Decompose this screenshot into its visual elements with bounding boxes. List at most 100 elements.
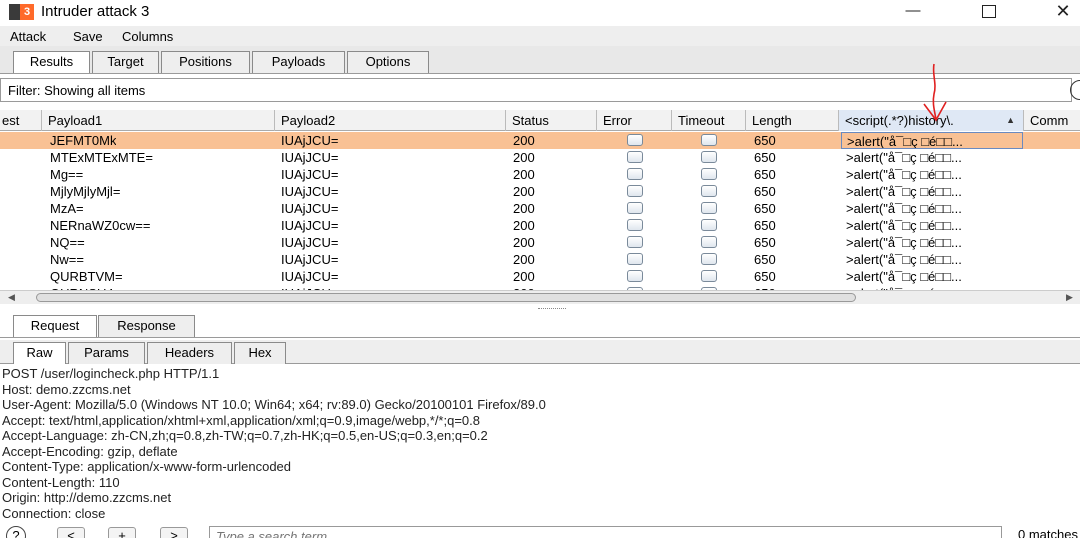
request-line: Content-Type: application/x-www-form-url… bbox=[2, 459, 292, 474]
search-box[interactable] bbox=[209, 526, 1002, 538]
request-line: Host: demo.zzcms.net bbox=[2, 381, 131, 397]
pane-splitter[interactable] bbox=[538, 308, 566, 310]
request-line: Accept-Language: zh-CN,zh;q=0.8,zh-TW;q=… bbox=[2, 428, 488, 443]
cell-status: 200 bbox=[513, 133, 535, 148]
search-bar: ? < + > 0 matches bbox=[0, 524, 1080, 538]
timeout-checkbox bbox=[701, 185, 717, 197]
filter-label: Filter: Showing all items bbox=[8, 83, 146, 98]
col-payload1[interactable]: Payload1 bbox=[42, 110, 275, 131]
maximize-icon[interactable] bbox=[966, 0, 1012, 24]
tab-response[interactable]: Response bbox=[98, 315, 195, 337]
cell-payload2: IUAjJCU= bbox=[281, 218, 339, 233]
cell-grep-extract: >alert("å¯□ç □é□□... bbox=[846, 269, 962, 284]
cell-length: 650 bbox=[754, 133, 776, 148]
cell-payload1: MjlyMjlyMjl= bbox=[50, 184, 121, 199]
cell-length: 650 bbox=[754, 252, 776, 267]
col-length[interactable]: Length bbox=[746, 110, 839, 131]
cell-length: 650 bbox=[754, 235, 776, 250]
col-comment[interactable]: Comm bbox=[1024, 110, 1080, 131]
tab-raw[interactable]: Raw bbox=[13, 342, 66, 364]
table-row[interactable]: MzA= IUAjJCU= 200 650 >alert("å¯□ç □é□□... bbox=[0, 200, 1080, 217]
cell-status: 200 bbox=[513, 201, 535, 216]
next-match-button[interactable]: > bbox=[160, 527, 188, 538]
cell-length: 650 bbox=[754, 150, 776, 165]
scroll-left-icon[interactable]: ◀ bbox=[8, 292, 15, 303]
tab-hex[interactable]: Hex bbox=[234, 342, 286, 364]
cell-grep-extract: >alert("å¯□ç □é□□... bbox=[841, 132, 1023, 149]
request-line: User-Agent: Mozilla/5.0 (Windows NT 10.0… bbox=[2, 397, 546, 412]
error-checkbox bbox=[627, 151, 643, 163]
raw-request-text[interactable]: POST /user/logincheck.php HTTP/1.1 Host: … bbox=[2, 366, 1078, 526]
window-titlebar: 3 Intruder attack 3 — ✕ bbox=[0, 0, 1080, 24]
table-row[interactable]: Mg== IUAjJCU= 200 650 >alert("å¯□ç □é□□... bbox=[0, 166, 1080, 183]
tab-target[interactable]: Target bbox=[92, 51, 159, 73]
cell-status: 200 bbox=[513, 184, 535, 199]
cell-grep-extract: >alert("å¯□ç □é□□... bbox=[846, 201, 962, 216]
cell-payload2: IUAjJCU= bbox=[281, 252, 339, 267]
table-row[interactable]: JEFMT0Mk IUAjJCU= 200 650 >alert("å¯□ç □é□□.… bbox=[0, 132, 1080, 149]
tab-request[interactable]: Request bbox=[13, 315, 97, 337]
close-icon[interactable]: ✕ bbox=[1040, 0, 1080, 24]
error-checkbox bbox=[627, 236, 643, 248]
view-tab-bar: Raw Params Headers Hex bbox=[0, 340, 1080, 364]
request-line: Accept: text/html,application/xhtml+xml,… bbox=[2, 412, 480, 428]
window-title: Intruder attack 3 bbox=[41, 3, 150, 20]
table-row[interactable]: Nw== IUAjJCU= 200 650 >alert("å¯□ç □é□□... bbox=[0, 251, 1080, 268]
cell-length: 650 bbox=[754, 218, 776, 233]
timeout-checkbox bbox=[701, 270, 717, 282]
add-match-button[interactable]: + bbox=[108, 527, 136, 538]
timeout-checkbox bbox=[701, 151, 717, 163]
annotation-arrow-icon bbox=[923, 63, 947, 122]
timeout-checkbox bbox=[701, 134, 717, 146]
tab-params[interactable]: Params bbox=[68, 342, 145, 364]
scroll-right-icon[interactable]: ▶ bbox=[1066, 292, 1073, 303]
col-error[interactable]: Error bbox=[597, 110, 672, 131]
minimize-icon[interactable]: — bbox=[890, 0, 936, 24]
message-tab-bar: Request Response bbox=[0, 312, 1080, 338]
tab-options[interactable]: Options bbox=[347, 51, 429, 73]
table-row[interactable]: NERnaWZ0cw== IUAjJCU= 200 650 >alert("å¯□ç □… bbox=[0, 217, 1080, 234]
cell-length: 650 bbox=[754, 201, 776, 216]
cell-payload2: IUAjJCU= bbox=[281, 150, 339, 165]
search-input[interactable] bbox=[210, 527, 1001, 538]
col-payload2[interactable]: Payload2 bbox=[275, 110, 506, 131]
match-count: 0 matches bbox=[1018, 527, 1078, 538]
table-row[interactable]: NQ== IUAjJCU= 200 650 >alert("å¯□ç □é□□... bbox=[0, 234, 1080, 251]
cell-payload2: IUAjJCU= bbox=[281, 269, 339, 284]
error-checkbox bbox=[627, 185, 643, 197]
cell-status: 200 bbox=[513, 252, 535, 267]
table-row[interactable]: QURBTVM= IUAjJCU= 200 650 >alert("å¯□ç □é□□.… bbox=[0, 268, 1080, 285]
results-table[interactable]: est Payload1 Payload2 Status Error Timeo… bbox=[0, 110, 1080, 306]
timeout-checkbox bbox=[701, 202, 717, 214]
menu-attack[interactable]: Attack bbox=[10, 29, 46, 44]
timeout-checkbox bbox=[701, 236, 717, 248]
menu-columns[interactable]: Columns bbox=[122, 29, 173, 44]
cell-grep-extract: >alert("å¯□ç □é□□... bbox=[846, 218, 962, 233]
col-request[interactable]: est bbox=[0, 110, 42, 131]
tab-headers[interactable]: Headers bbox=[147, 342, 232, 364]
menu-save[interactable]: Save bbox=[73, 29, 103, 44]
tab-results[interactable]: Results bbox=[13, 51, 90, 73]
cell-payload2: IUAjJCU= bbox=[281, 167, 339, 182]
table-row[interactable]: MTExMTExMTE= IUAjJCU= 200 650 >alert("å¯□ç □… bbox=[0, 149, 1080, 166]
cell-payload1: JEFMT0Mk bbox=[50, 133, 117, 148]
tab-positions[interactable]: Positions bbox=[161, 51, 250, 73]
cell-payload1: Nw== bbox=[50, 252, 84, 267]
error-checkbox bbox=[627, 253, 643, 265]
scrollbar-thumb[interactable] bbox=[36, 293, 856, 302]
cell-grep-extract: >alert("å¯□ç □é□□... bbox=[846, 150, 962, 165]
help-icon[interactable]: ? bbox=[6, 526, 26, 538]
cell-payload1: MzA= bbox=[50, 201, 84, 216]
burp-app-icon: 3 bbox=[9, 4, 34, 20]
previous-match-button[interactable]: < bbox=[57, 527, 85, 538]
cell-payload1: NQ== bbox=[50, 235, 85, 250]
table-row[interactable]: MjlyMjlyMjl= IUAjJCU= 200 650 >alert("å¯□ç □… bbox=[0, 183, 1080, 200]
error-checkbox bbox=[627, 270, 643, 282]
col-timeout[interactable]: Timeout bbox=[672, 110, 746, 131]
error-checkbox bbox=[627, 168, 643, 180]
tab-payloads[interactable]: Payloads bbox=[252, 51, 345, 73]
table-horizontal-scrollbar[interactable]: ◀ ▶ bbox=[0, 290, 1080, 304]
col-status[interactable]: Status bbox=[506, 110, 597, 131]
request-line: POST /user/logincheck.php HTTP/1.1 bbox=[2, 366, 220, 381]
request-line: Accept-Encoding: gzip, deflate bbox=[2, 443, 178, 459]
